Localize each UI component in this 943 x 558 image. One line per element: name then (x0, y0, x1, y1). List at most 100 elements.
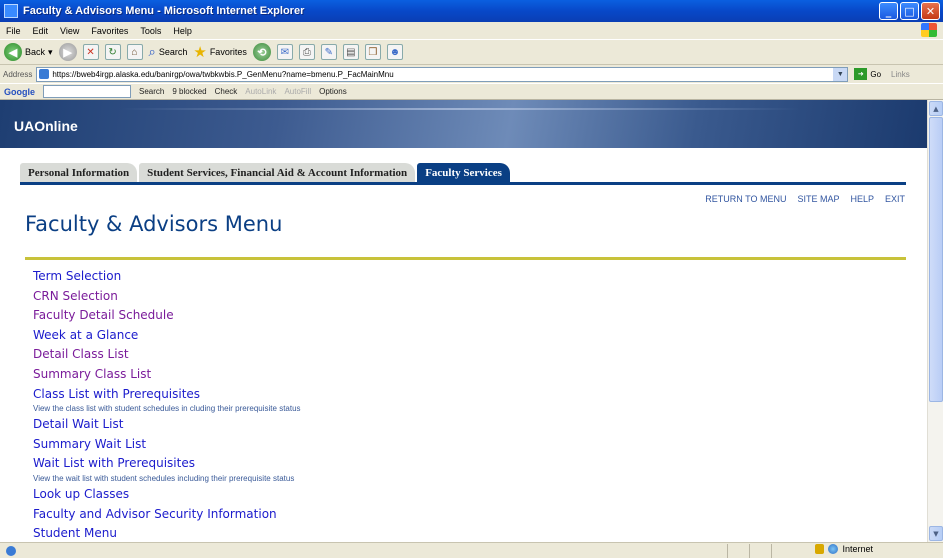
menu-link-term-selection[interactable]: Term Selection (33, 267, 301, 287)
tab-personal-information[interactable]: Personal Information (20, 163, 138, 182)
zone-label: Internet (842, 544, 873, 554)
refresh-button[interactable]: ↻ (104, 44, 121, 60)
google-logo[interactable]: Google (4, 87, 35, 97)
mail-button[interactable]: ✉ (276, 44, 293, 60)
windows-logo-icon (921, 23, 937, 37)
back-button[interactable]: ◀ Back ▾ (4, 43, 53, 61)
scroll-down-icon[interactable]: ▼ (929, 526, 943, 541)
menu-link-faculty-detail-schedule[interactable]: Faculty Detail Schedule (33, 306, 301, 326)
lock-icon (815, 544, 825, 554)
google-toolbar: Google Search 9 blocked Check AutoLink A… (0, 83, 943, 100)
google-options-button[interactable]: Options (319, 87, 347, 96)
favorites-label: Favorites (209, 47, 247, 57)
site-brand: UAOnline (14, 118, 78, 134)
tab-student-services[interactable]: Student Services, Financial Aid & Accoun… (139, 163, 416, 182)
menu-description-class-list-prereq: View the class list with student schedul… (33, 404, 301, 414)
print-button[interactable]: ⎙ (298, 44, 315, 60)
menu-tools[interactable]: Tools (140, 26, 161, 36)
spell-check-button[interactable]: Check (215, 87, 238, 96)
menu-bar: File Edit View Favorites Tools Help (0, 22, 943, 39)
tab-faculty-services[interactable]: Faculty Services (417, 163, 510, 182)
menu-edit[interactable]: Edit (33, 26, 49, 36)
menu-help[interactable]: Help (173, 26, 192, 36)
address-input[interactable]: https://bweb4irgp.alaska.edu/banirgp/owa… (36, 66, 849, 82)
menu-favorites[interactable]: Favorites (91, 26, 128, 36)
scroll-thumb[interactable] (929, 117, 943, 402)
popup-blocked-button[interactable]: 9 blocked (172, 87, 206, 96)
help-link[interactable]: HELP (850, 194, 874, 204)
close-button[interactable]: ✕ (921, 2, 940, 20)
go-arrow-icon: ➜ (854, 68, 868, 80)
forward-button[interactable]: ▶ (58, 43, 77, 61)
page-status-icon (6, 545, 16, 556)
maximize-button[interactable]: □ (900, 2, 919, 20)
tab-row: Personal Information Student Services, F… (0, 148, 927, 186)
site-banner: UAOnline (0, 100, 927, 148)
favorites-star-icon: ★ (193, 44, 207, 61)
autolink-button[interactable]: AutoLink (245, 87, 276, 96)
menu-link-wait-list-with-prerequisites[interactable]: Wait List with Prerequisites (33, 454, 301, 474)
menu-view[interactable]: View (60, 26, 79, 36)
stop-button[interactable]: ✕ (82, 44, 99, 60)
window-controls: _ □ ✕ (879, 2, 940, 20)
back-label: Back (25, 47, 46, 57)
menu-link-summary-class-list[interactable]: Summary Class List (33, 365, 301, 385)
menu-link-security-information[interactable]: Faculty and Advisor Security Information (33, 505, 301, 525)
menu-file[interactable]: File (6, 26, 21, 36)
favorites-button[interactable]: ★ Favorites (193, 43, 246, 61)
menu-link-student-menu[interactable]: Student Menu (33, 524, 301, 542)
home-button[interactable]: ⌂ (126, 44, 143, 60)
window-title-bar[interactable]: Faculty & Advisors Menu - Microsoft Inte… (0, 0, 943, 22)
ie-app-icon (4, 4, 18, 18)
go-button[interactable]: ➜ Go (854, 68, 881, 80)
status-panel (771, 544, 793, 558)
status-panel (749, 544, 771, 558)
security-zone[interactable]: Internet (815, 544, 873, 554)
links-button[interactable]: Links (891, 70, 910, 79)
autofill-button[interactable]: AutoFill (284, 87, 311, 96)
page-title: Faculty & Advisors Menu (25, 212, 283, 236)
menu-link-look-up-classes[interactable]: Look up Classes (33, 485, 301, 505)
exit-link[interactable]: EXIT (885, 194, 905, 204)
internet-globe-icon (828, 544, 839, 554)
menu-description-wait-list-prereq: View the wait list with student schedule… (33, 473, 295, 483)
menu-link-detail-class-list[interactable]: Detail Class List (33, 345, 301, 365)
menu-link-crn-selection[interactable]: CRN Selection (33, 287, 301, 307)
edit-button[interactable]: ✎ (320, 44, 337, 60)
search-button[interactable]: ⌕ Search (149, 44, 188, 60)
faculty-menu-list: Term Selection CRN Selection Faculty Det… (33, 267, 301, 542)
status-panel (727, 544, 749, 558)
banner-decoration (120, 108, 800, 110)
discuss-button[interactable]: ▤ (342, 44, 359, 60)
main-tabs: Personal Information Student Services, F… (20, 162, 510, 182)
menu-link-class-list-with-prerequisites[interactable]: Class List with Prerequisites (33, 385, 301, 405)
menu-link-week-at-a-glance[interactable]: Week at a Glance (33, 326, 301, 346)
google-search-button[interactable]: Search (139, 87, 164, 96)
history-button[interactable]: ⟲ (252, 43, 271, 61)
address-dropdown-icon[interactable]: ▼ (833, 67, 848, 81)
go-label: Go (870, 69, 882, 79)
site-map-link[interactable]: SITE MAP (797, 194, 839, 204)
messenger-button[interactable]: ☻ (386, 44, 403, 60)
search-label: Search (158, 47, 188, 57)
address-label: Address (3, 69, 33, 79)
top-links: RETURN TO MENU SITE MAP HELP EXIT (705, 194, 905, 204)
menu-link-summary-wait-list[interactable]: Summary Wait List (33, 435, 301, 455)
google-search-input[interactable] (43, 85, 131, 98)
search-icon: ⌕ (148, 44, 156, 59)
status-panels (727, 544, 793, 558)
tab-underline (20, 182, 906, 185)
title-divider (25, 257, 906, 260)
return-to-menu-link[interactable]: RETURN TO MENU (705, 194, 786, 204)
page-icon (39, 69, 50, 79)
back-arrow-icon: ◀ (4, 43, 22, 61)
status-bar: Internet (0, 542, 943, 558)
research-button[interactable]: ❒ (364, 44, 381, 60)
vertical-scrollbar[interactable]: ▲ ▼ (927, 100, 943, 542)
scroll-up-icon[interactable]: ▲ (929, 101, 943, 116)
dropdown-arrow-icon: ▾ (48, 46, 53, 57)
page-viewport: UAOnline Personal Information Student Se… (0, 100, 927, 542)
menu-link-detail-wait-list[interactable]: Detail Wait List (33, 415, 301, 435)
address-url: https://bweb4irgp.alaska.edu/banirgp/owa… (52, 69, 394, 79)
minimize-button[interactable]: _ (879, 2, 898, 20)
